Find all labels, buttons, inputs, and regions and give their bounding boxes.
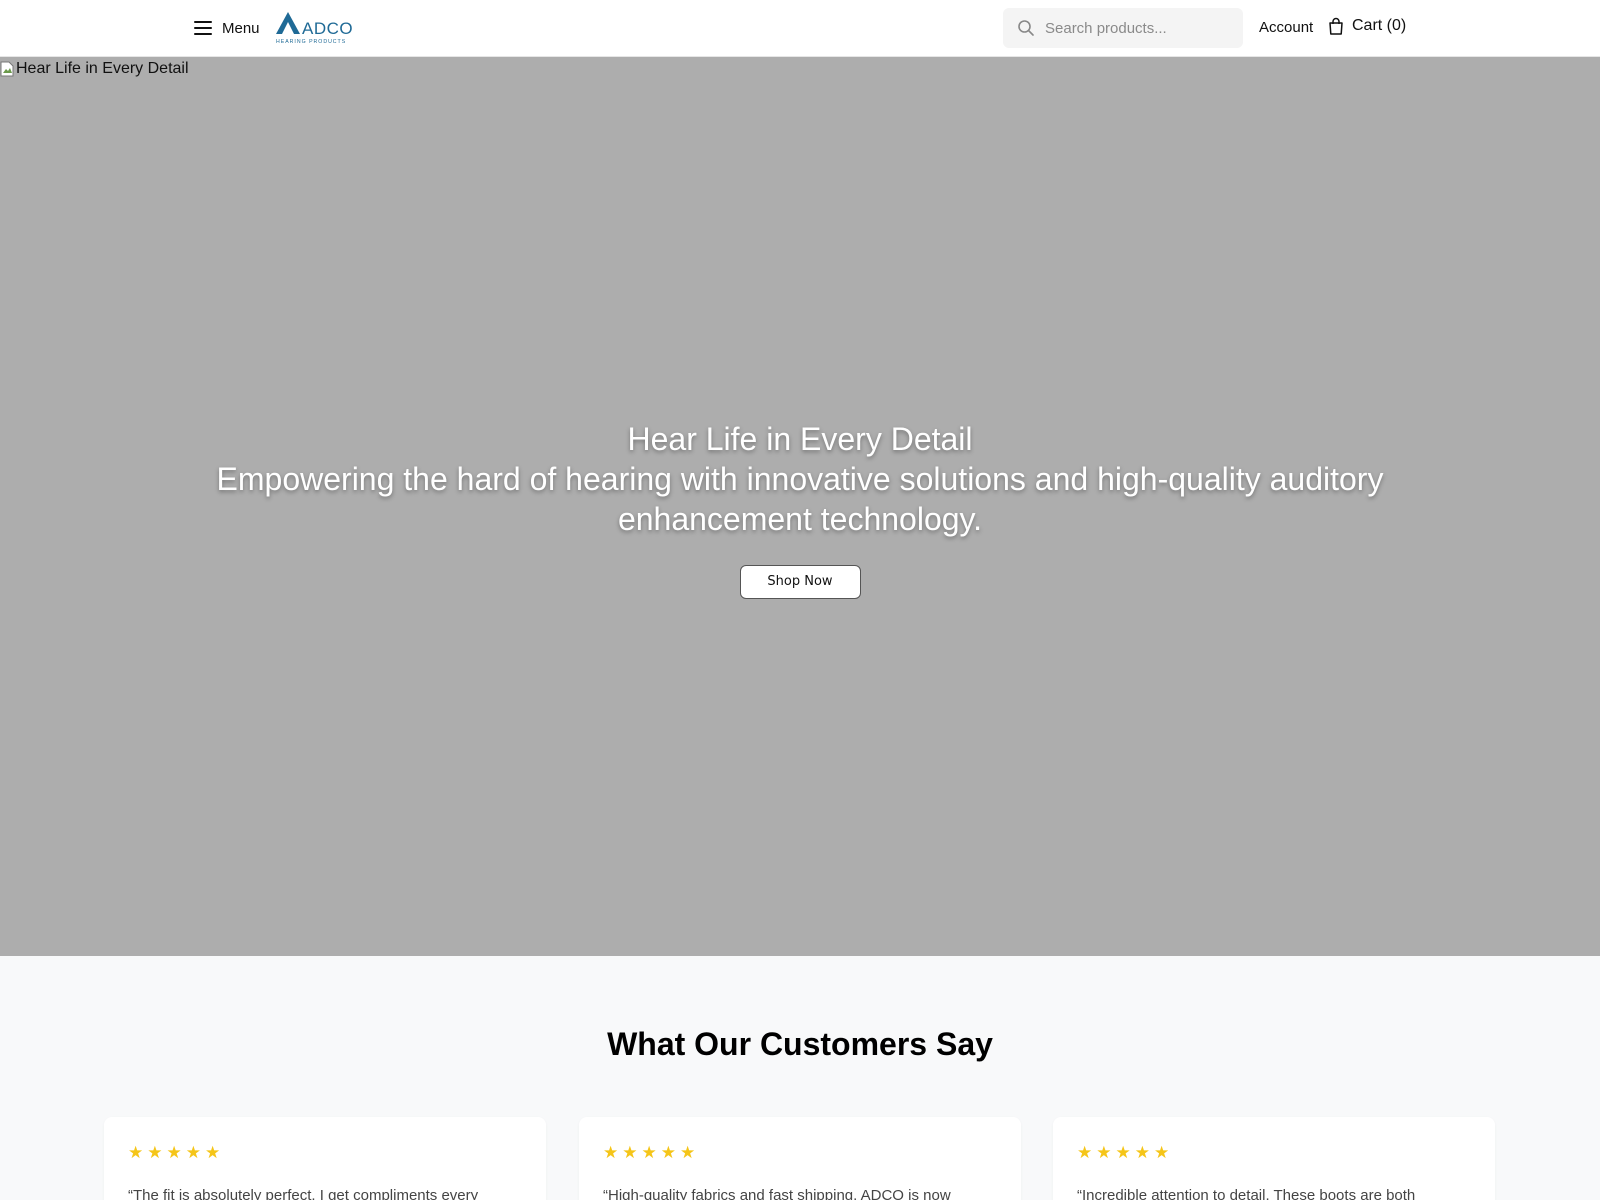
broken-image-icon [0,61,14,77]
site-header: Menu ADCO HEARING PRODUCTS Account Cart … [0,0,1600,57]
star-icon: ★ [641,1143,657,1162]
search-icon [1018,20,1034,36]
star-icon: ★ [1115,1143,1131,1162]
testimonials-title: What Our Customers Say [607,1026,993,1062]
star-rating: ★ ★ ★ ★ ★ [128,1143,220,1163]
testimonial-card: ★ ★ ★ ★ ★ “Incredible attention to detai… [1053,1117,1495,1200]
hero-title: Hear Life in Every Detail [627,421,973,457]
menu-label: Menu [222,19,260,37]
hero-section: Hear Life in Every Detail Hear Life in E… [0,57,1600,956]
adco-logo[interactable]: ADCO HEARING PRODUCTS [274,10,368,46]
logo-tagline-text: HEARING PRODUCTS [276,39,346,45]
hero-content: Hear Life in Every Detail Empowering the… [0,419,1600,599]
star-icon: ★ [660,1143,676,1162]
star-icon: ★ [622,1143,638,1162]
testimonial-quote: “High-quality fabrics and fast shipping.… [603,1187,951,1200]
hero-image-alt-text: Hear Life in Every Detail [16,60,189,77]
logo-brand-text: ADCO [302,19,353,38]
star-icon: ★ [603,1143,619,1162]
shopping-bag-icon [1329,17,1343,35]
search-box[interactable] [1003,8,1243,48]
testimonial-quote: “The fit is absolutely perfect. I get co… [128,1187,479,1200]
cart-link[interactable]: Cart (0) [1328,17,1406,35]
testimonial-quote: “Incredible attention to detail. These b… [1077,1187,1416,1200]
testimonial-card: ★ ★ ★ ★ ★ “The fit is absolutely perfect… [104,1117,546,1200]
star-icon: ★ [1134,1143,1150,1162]
testimonial-card: ★ ★ ★ ★ ★ “High-quality fabrics and fast… [579,1117,1021,1200]
star-icon: ★ [147,1143,163,1162]
star-rating: ★ ★ ★ ★ ★ [1077,1143,1169,1163]
shop-now-button[interactable]: Shop Now [739,565,861,599]
hamburger-menu-icon [194,21,212,35]
star-icon: ★ [1077,1143,1093,1162]
search-input[interactable] [1045,19,1235,37]
testimonials-section: What Our Customers Say ★ ★ ★ ★ ★ “The fi… [0,956,1600,1200]
star-icon: ★ [205,1143,221,1162]
adco-logo-mark: ADCO HEARING PRODUCTS [276,12,353,45]
cart-label: Cart (0) [1352,17,1407,34]
star-icon: ★ [1096,1143,1112,1162]
star-icon: ★ [1154,1143,1170,1162]
menu-button[interactable]: Menu [194,16,260,40]
star-rating: ★ ★ ★ ★ ★ [603,1143,695,1163]
account-link[interactable]: Account [1259,19,1313,36]
star-icon: ★ [166,1143,182,1162]
hero-subtitle: Empowering the hard of hearing with inno… [216,461,1384,537]
star-icon: ★ [680,1143,696,1162]
star-icon: ★ [185,1143,201,1162]
hero-image-broken: Hear Life in Every Detail [0,60,189,78]
star-icon: ★ [128,1143,144,1162]
